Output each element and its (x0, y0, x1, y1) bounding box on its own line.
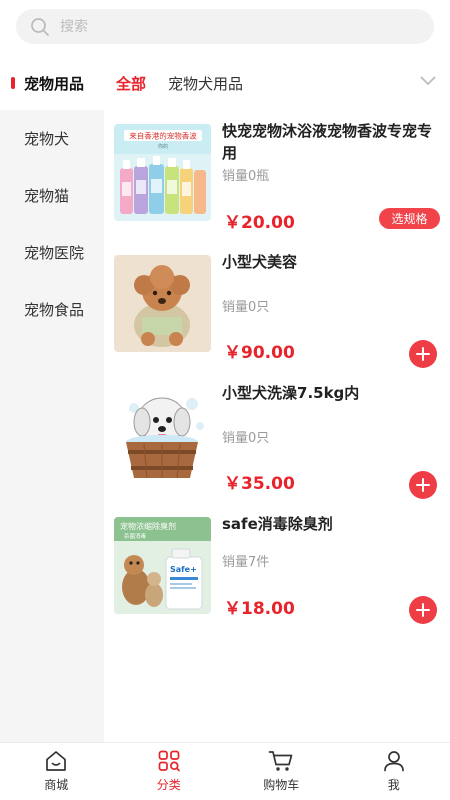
category-sidebar: 宠物用品 宠物犬 宠物猫 宠物医院 宠物食品 (0, 56, 104, 742)
product-sales: 销量7件 (222, 555, 270, 570)
tab-all[interactable]: 全部 (116, 73, 146, 94)
product-price: ￥18.00 (224, 599, 295, 619)
product-item[interactable]: 宠物浓缩除臭剂 杀菌消毒 Safe+ safe消毒除臭剂 销量7件 ￥18.00 (104, 503, 450, 634)
sidebar-item-label: 宠物用品 (24, 74, 85, 93)
add-to-cart-button[interactable] (409, 596, 437, 624)
search-bar (0, 0, 450, 56)
sidebar-item-label: 宠物医院 (24, 244, 85, 262)
product-list: 来自香港的宠物香波 你的 快宠宠物沐浴液宠物香波专宠专用 销量0瓶 ￥20.00… (104, 110, 450, 634)
product-image-shampoo: 来自香港的宠物香波 你的 (114, 124, 211, 221)
nav-label: 分类 (156, 778, 181, 792)
bottom-navigation: 商城 分类 购物车 我 (0, 742, 450, 800)
nav-item-me[interactable]: 我 (338, 743, 450, 800)
select-spec-button[interactable]: 选规格 (379, 208, 440, 229)
chevron-down-icon[interactable] (420, 76, 436, 86)
deodorant-banner-text: 宠物浓缩除臭剂 (120, 521, 176, 531)
nav-label: 我 (387, 778, 400, 792)
nav-label: 商城 (44, 778, 69, 792)
shampoo-banner-subtext: 你的 (158, 143, 168, 150)
home-icon (46, 751, 67, 771)
search-box[interactable] (16, 9, 434, 44)
product-title[interactable]: 快宠宠物沐浴液宠物香波专宠专用 (222, 120, 444, 164)
tab-dog-supplies[interactable]: 宠物犬用品 (168, 73, 243, 94)
sidebar-item-label: 宠物犬 (24, 130, 70, 148)
sidebar-item-label: 宠物食品 (24, 301, 85, 319)
bottle-label-text: Safe+ (170, 565, 197, 574)
sidebar-item-pet-hospital[interactable]: 宠物医院 (0, 224, 104, 281)
shampoo-banner-text: 来自香港的宠物香波 (129, 131, 197, 141)
sidebar-item-dogs[interactable]: 宠物犬 (0, 110, 104, 167)
product-price: ￥35.00 (224, 474, 295, 494)
product-title[interactable]: safe消毒除臭剂 (222, 513, 444, 535)
category-icon (158, 750, 180, 772)
product-image-dog-bath (114, 386, 211, 483)
product-price: ￥20.00 (224, 213, 295, 233)
add-to-cart-button[interactable] (409, 340, 437, 368)
deodorant-banner-subtext: 杀菌消毒 (124, 532, 147, 540)
product-sales: 销量0只 (222, 300, 270, 315)
product-sales: 销量0只 (222, 431, 270, 446)
product-item[interactable]: 小型犬洗澡7.5kg内 销量0只 ￥35.00 (104, 372, 450, 503)
add-to-cart-button[interactable] (409, 471, 437, 499)
subcategory-tabs: 全部 宠物犬用品 (104, 56, 450, 110)
product-title[interactable]: 小型犬洗澡7.5kg内 (222, 382, 444, 404)
nav-item-mall[interactable]: 商城 (0, 743, 113, 800)
product-sales: 销量0瓶 (222, 169, 270, 184)
product-image-dog-grooming (114, 255, 211, 352)
product-title[interactable]: 小型犬美容 (222, 251, 444, 273)
product-price: ￥90.00 (224, 343, 295, 363)
user-icon (383, 751, 404, 772)
sidebar-item-cats[interactable]: 宠物猫 (0, 167, 104, 224)
search-input[interactable] (60, 18, 400, 35)
sidebar-item-pet-supplies[interactable]: 宠物用品 (0, 56, 104, 110)
nav-label: 购物车 (263, 778, 300, 792)
sidebar-item-pet-food[interactable]: 宠物食品 (0, 281, 104, 338)
sidebar-item-label: 宠物猫 (24, 187, 70, 205)
cart-icon (268, 751, 293, 771)
nav-item-cart[interactable]: 购物车 (225, 743, 338, 800)
search-icon (31, 17, 49, 36)
nav-item-category[interactable]: 分类 (113, 743, 226, 800)
product-item[interactable]: 小型犬美容 销量0只 ￥90.00 (104, 241, 450, 372)
product-image-deodorant: 宠物浓缩除臭剂 杀菌消毒 Safe+ (114, 517, 211, 614)
product-item[interactable]: 来自香港的宠物香波 你的 快宠宠物沐浴液宠物香波专宠专用 销量0瓶 ￥20.00… (104, 110, 450, 241)
